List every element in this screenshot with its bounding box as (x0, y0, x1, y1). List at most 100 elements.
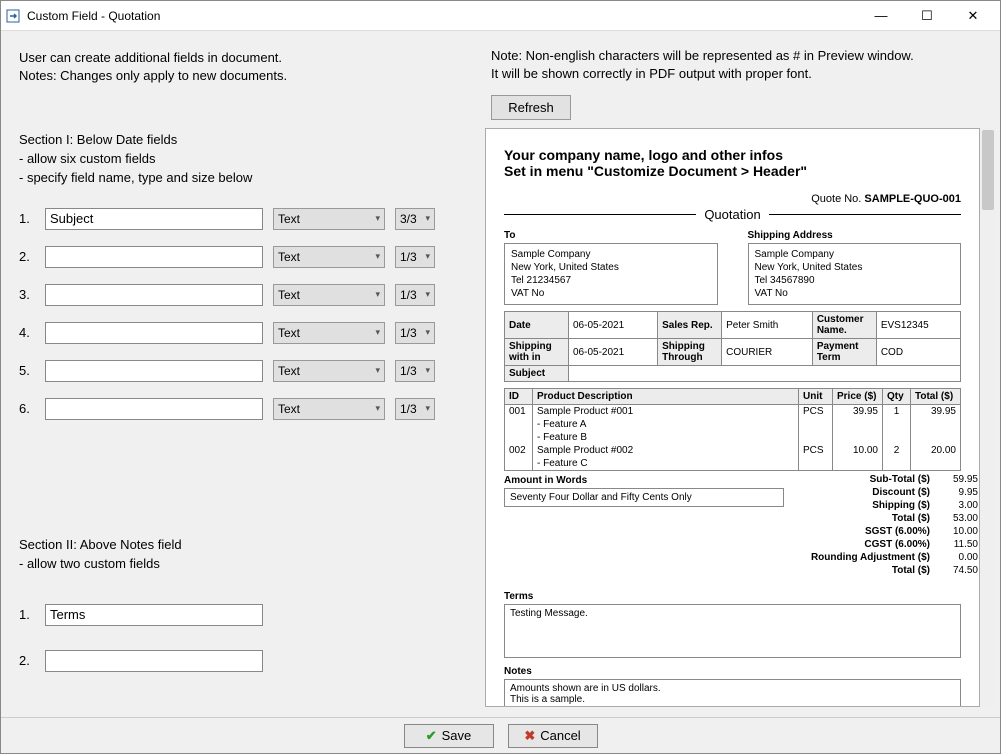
field-type-select[interactable]: Text▾ (273, 322, 385, 344)
refresh-button[interactable]: Refresh (491, 95, 571, 120)
section2-title: Section II: Above Notes field (19, 536, 459, 555)
maximize-button[interactable]: ☐ (904, 1, 950, 31)
totals-row: Shipping ($)3.00 (784, 499, 980, 512)
field-name-input[interactable] (45, 322, 263, 344)
field2-name-input[interactable] (45, 604, 263, 626)
table-row: - Feature C (505, 457, 961, 471)
chevron-down-icon: ▾ (425, 289, 430, 300)
instr-line-2: Notes: Changes only apply to new documen… (19, 67, 459, 85)
totals: Sub-Total ($)59.95Discount ($)9.95Shippi… (784, 473, 980, 577)
x-icon: ✖ (524, 728, 535, 744)
salesrep-value: Peter Smith (722, 312, 813, 339)
totals-row: SGST (6.00%)10.00 (784, 525, 980, 538)
chevron-down-icon: ▾ (375, 403, 380, 414)
quote-no-label: Quote No. (811, 193, 861, 205)
field2-name-input[interactable] (45, 650, 263, 672)
minimize-button[interactable]: — (858, 1, 904, 31)
col-qty: Qty (883, 389, 911, 405)
shipthrough-value: COURIER (722, 339, 813, 366)
doc-title: Quotation (696, 207, 768, 222)
col-unit: Unit (799, 389, 833, 405)
save-button[interactable]: ✔ Save (404, 724, 494, 748)
notes-label: Notes (504, 666, 961, 677)
amount-in-words-label: Amount in Words (504, 475, 784, 486)
quote-number: Quote No. SAMPLE-QUO-001 (504, 193, 961, 205)
notes-box: Amounts shown are in US dollars.This is … (504, 679, 961, 707)
field-name-input[interactable] (45, 208, 263, 230)
field-size-select[interactable]: 1/3▾ (395, 246, 435, 268)
col-total: Total ($) (911, 389, 961, 405)
scrollbar[interactable] (980, 128, 996, 707)
totals-row: Total ($)53.00 (784, 512, 980, 525)
payterm-value: COD (876, 339, 960, 366)
shipping-label: Shipping Address (748, 230, 962, 241)
subject-label: Subject (505, 366, 569, 382)
field-number: 2. (19, 653, 35, 668)
totals-row: Rounding Adjustment ($)0.00 (784, 551, 980, 564)
field-type-select[interactable]: Text▾ (273, 360, 385, 382)
chevron-down-icon: ▾ (425, 213, 430, 224)
totals-row: Total ($)74.50 (784, 564, 980, 577)
field-type-select[interactable]: Text▾ (273, 284, 385, 306)
close-button[interactable]: ✕ (950, 1, 996, 31)
field-size-select[interactable]: 1/3▾ (395, 398, 435, 420)
cancel-button[interactable]: ✖ Cancel (508, 724, 598, 748)
field-name-input[interactable] (45, 246, 263, 268)
section2-header: Section II: Above Notes field - allow tw… (19, 536, 459, 574)
field-number: 5. (19, 363, 35, 378)
field-size-select[interactable]: 1/3▾ (395, 322, 435, 344)
content-area: User can create additional fields in doc… (1, 31, 1000, 717)
chevron-down-icon: ▾ (375, 289, 380, 300)
terms-label: Terms (504, 591, 961, 602)
salesrep-label: Sales Rep. (658, 312, 722, 339)
field-name-input[interactable] (45, 360, 263, 382)
customer-label: Customer Name. (812, 312, 876, 339)
cancel-label: Cancel (540, 728, 580, 743)
section1-note2: - specify field name, type and size belo… (19, 169, 459, 188)
right-panel: Note: Non-english characters will be rep… (479, 31, 1000, 717)
chevron-down-icon: ▾ (425, 403, 430, 414)
field-type-select[interactable]: Text▾ (273, 208, 385, 230)
section1-note1: - allow six custom fields (19, 150, 459, 169)
shipwithin-label: Shipping with in (505, 339, 569, 366)
col-id: ID (505, 389, 533, 405)
field-type-select[interactable]: Text▾ (273, 398, 385, 420)
note-line-2: It will be shown correctly in PDF output… (491, 65, 996, 83)
field-name-input[interactable] (45, 284, 263, 306)
chevron-down-icon: ▾ (375, 251, 380, 262)
scrollbar-thumb[interactable] (982, 130, 994, 210)
totals-row: Discount ($)9.95 (784, 486, 980, 499)
preview-note: Note: Non-english characters will be rep… (485, 47, 996, 83)
shipwithin-value: 06-05-2021 (569, 339, 658, 366)
field-size-select[interactable]: 3/3▾ (395, 208, 435, 230)
field-number: 2. (19, 249, 35, 264)
chevron-down-icon: ▾ (425, 251, 430, 262)
field-type-select[interactable]: Text▾ (273, 246, 385, 268)
totals-row: Sub-Total ($)59.95 (784, 473, 980, 486)
chevron-down-icon: ▾ (425, 365, 430, 376)
field-row: 4.Text▾1/3▾ (19, 322, 459, 344)
items-table: ID Product Description Unit Price ($) Qt… (504, 388, 961, 471)
date-label: Date (505, 312, 569, 339)
field2-row: 2. (19, 650, 459, 672)
field-name-input[interactable] (45, 398, 263, 420)
instructions: User can create additional fields in doc… (19, 49, 459, 85)
date-value: 06-05-2021 (569, 312, 658, 339)
terms-box: Testing Message. (504, 604, 961, 658)
instr-line-1: User can create additional fields in doc… (19, 49, 459, 67)
section1-title: Section I: Below Date fields (19, 131, 459, 150)
save-label: Save (442, 728, 472, 743)
field-size-select[interactable]: 1/3▾ (395, 360, 435, 382)
chevron-down-icon: ▾ (375, 327, 380, 338)
preview-header-2: Set in menu "Customize Document > Header… (504, 163, 961, 179)
subject-value (569, 366, 961, 382)
col-price: Price ($) (833, 389, 883, 405)
footer: ✔ Save ✖ Cancel (1, 717, 1000, 753)
left-panel: User can create additional fields in doc… (1, 31, 479, 717)
quote-no-value: SAMPLE-QUO-001 (864, 193, 961, 205)
col-desc: Product Description (533, 389, 799, 405)
window: Custom Field - Quotation — ☐ ✕ User can … (0, 0, 1001, 754)
field-number: 1. (19, 607, 35, 622)
field-row: 1.Text▾3/3▾ (19, 208, 459, 230)
field-size-select[interactable]: 1/3▾ (395, 284, 435, 306)
